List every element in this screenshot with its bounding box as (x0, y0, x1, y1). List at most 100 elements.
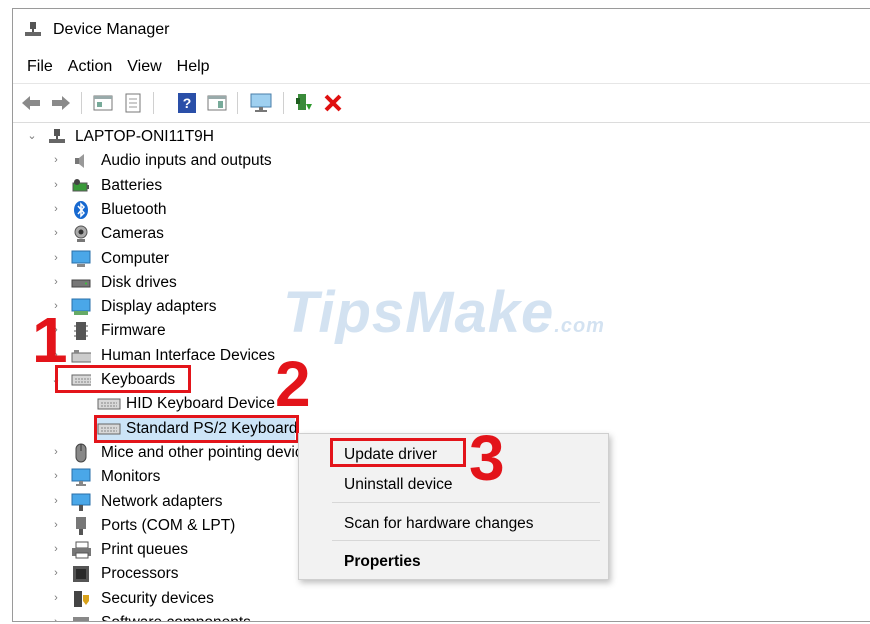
disk-drive-icon (71, 273, 91, 293)
device-manager-window: Device Manager File Action View Help ? ⌄… (12, 8, 870, 622)
network-adapter-icon (71, 492, 91, 512)
monitor-icon (71, 467, 91, 487)
tree-category-label: Ports (COM & LPT) (101, 516, 236, 534)
context-menu: Update driver Uninstall device Scan for … (298, 433, 609, 580)
properties-icon[interactable] (91, 91, 115, 115)
tree-root-row[interactable]: ⌄ LAPTOP-ONI11T9H (13, 125, 413, 149)
toolbar-separator (237, 92, 238, 114)
expand-chevron-icon[interactable]: › (51, 543, 61, 555)
svg-text:?: ? (183, 95, 192, 111)
tree-category-label: Batteries (101, 176, 163, 194)
tree-category-row[interactable]: › Bluetooth (13, 198, 433, 222)
port-icon (71, 516, 91, 536)
tree-category-label: Monitors (101, 468, 161, 486)
keyboard-device-row[interactable]: HID Keyboard Device (13, 392, 433, 416)
computer-root-icon (47, 127, 67, 147)
display-adapter-icon (71, 297, 91, 317)
tree-category-label: Processors (101, 565, 179, 583)
tree-category-label: Disk drives (101, 273, 177, 291)
expand-chevron-icon[interactable]: › (51, 179, 61, 191)
expand-chevron-icon[interactable]: › (51, 470, 61, 482)
step-3-label: 3 (469, 422, 505, 494)
printer-icon (71, 540, 91, 560)
expand-chevron-icon[interactable]: › (51, 276, 61, 288)
tree-category-label: Audio inputs and outputs (101, 152, 272, 170)
tree-category-label: Computer (101, 249, 170, 267)
software-component-icon (71, 613, 91, 621)
keyboards-highlight-box (55, 365, 191, 393)
tree-category-label: Security devices (101, 589, 214, 607)
toolbar-separator (283, 92, 284, 114)
expand-chevron-icon[interactable]: › (51, 446, 61, 458)
computer-icon (71, 249, 91, 269)
add-driver-icon[interactable] (292, 91, 316, 115)
camera-icon (71, 224, 91, 244)
update-icon[interactable] (121, 91, 145, 115)
window-title: Device Manager (53, 21, 170, 38)
back-icon[interactable] (19, 91, 43, 115)
expand-chevron-icon[interactable]: › (51, 154, 61, 166)
tree-category-row[interactable]: › Software components (13, 611, 433, 621)
expand-chevron-icon[interactable]: › (51, 592, 61, 604)
expand-chevron-icon[interactable]: › (51, 203, 61, 215)
menu-help[interactable]: Help (171, 58, 219, 76)
monitor-icon[interactable] (249, 91, 273, 115)
uninstall-icon[interactable] (321, 91, 345, 115)
step-2-label: 2 (275, 348, 311, 420)
uninstall-device-item[interactable]: Uninstall device (344, 476, 453, 494)
mouse-icon (71, 443, 91, 463)
title-bar: Device Manager (13, 9, 870, 51)
step-1-label: 1 (32, 304, 68, 376)
help-icon[interactable]: ? (175, 91, 199, 115)
toolbar-separator (81, 92, 82, 114)
menu-separator (332, 540, 600, 541)
expand-chevron-icon[interactable]: › (51, 567, 61, 579)
toolbar-separator (153, 92, 154, 114)
security-device-icon (71, 589, 91, 609)
tree-category-label: Mice and other pointing devices (101, 443, 319, 461)
speaker-icon (71, 151, 91, 171)
expand-chevron-icon[interactable]: › (51, 252, 61, 264)
menu-action[interactable]: Action (62, 58, 121, 76)
watermark-text: TipsMake (283, 280, 555, 345)
expand-chevron-icon[interactable]: › (51, 227, 61, 239)
tree-category-row[interactable]: › Computer (13, 247, 433, 271)
expand-chevron-icon[interactable]: › (51, 519, 61, 531)
firmware-icon (71, 321, 91, 341)
tree-category-row[interactable]: › Batteries (13, 174, 433, 198)
menu-separator (332, 502, 600, 503)
tree-category-row[interactable]: › Security devices (13, 587, 433, 611)
view-icon[interactable] (205, 91, 229, 115)
expand-chevron-icon[interactable]: › (51, 616, 61, 621)
tree-category-label: Display adapters (101, 298, 217, 316)
properties-item[interactable]: Properties (344, 553, 421, 571)
tree-root-label: LAPTOP-ONI11T9H (75, 128, 214, 145)
toolbar: ? (13, 83, 870, 123)
keyboard-device-label: HID Keyboard Device (126, 395, 276, 413)
tree-category-row[interactable]: › Audio inputs and outputs (13, 149, 433, 173)
update-driver-highlight-box (330, 438, 466, 467)
tree-category-label: Bluetooth (101, 200, 167, 218)
processor-icon (71, 564, 91, 584)
scan-hardware-item[interactable]: Scan for hardware changes (344, 515, 534, 533)
menu-file[interactable]: File (13, 58, 62, 76)
tree-category-label: Firmware (101, 322, 166, 340)
expand-chevron-icon[interactable]: › (51, 495, 61, 507)
tree-category-label: Print queues (101, 541, 189, 559)
tree-category-label: Human Interface Devices (101, 346, 276, 364)
watermark: TipsMake.com (283, 279, 605, 346)
device-manager-icon (23, 21, 43, 39)
keyboard-icon (97, 394, 121, 414)
tree-category-label: Cameras (101, 225, 164, 243)
menu-view[interactable]: View (121, 58, 170, 76)
battery-icon (71, 176, 91, 196)
tree-category-row[interactable]: › Cameras (13, 222, 433, 246)
menu-bar: File Action View Help (13, 53, 219, 81)
bluetooth-icon (71, 200, 91, 220)
ps2-keyboard-highlight-box (94, 415, 299, 443)
hid-icon (71, 346, 91, 366)
tree-category-label: Network adapters (101, 492, 223, 510)
forward-icon[interactable] (49, 91, 73, 115)
collapse-chevron-icon[interactable]: ⌄ (27, 130, 37, 142)
watermark-suffix: .com (554, 315, 605, 337)
